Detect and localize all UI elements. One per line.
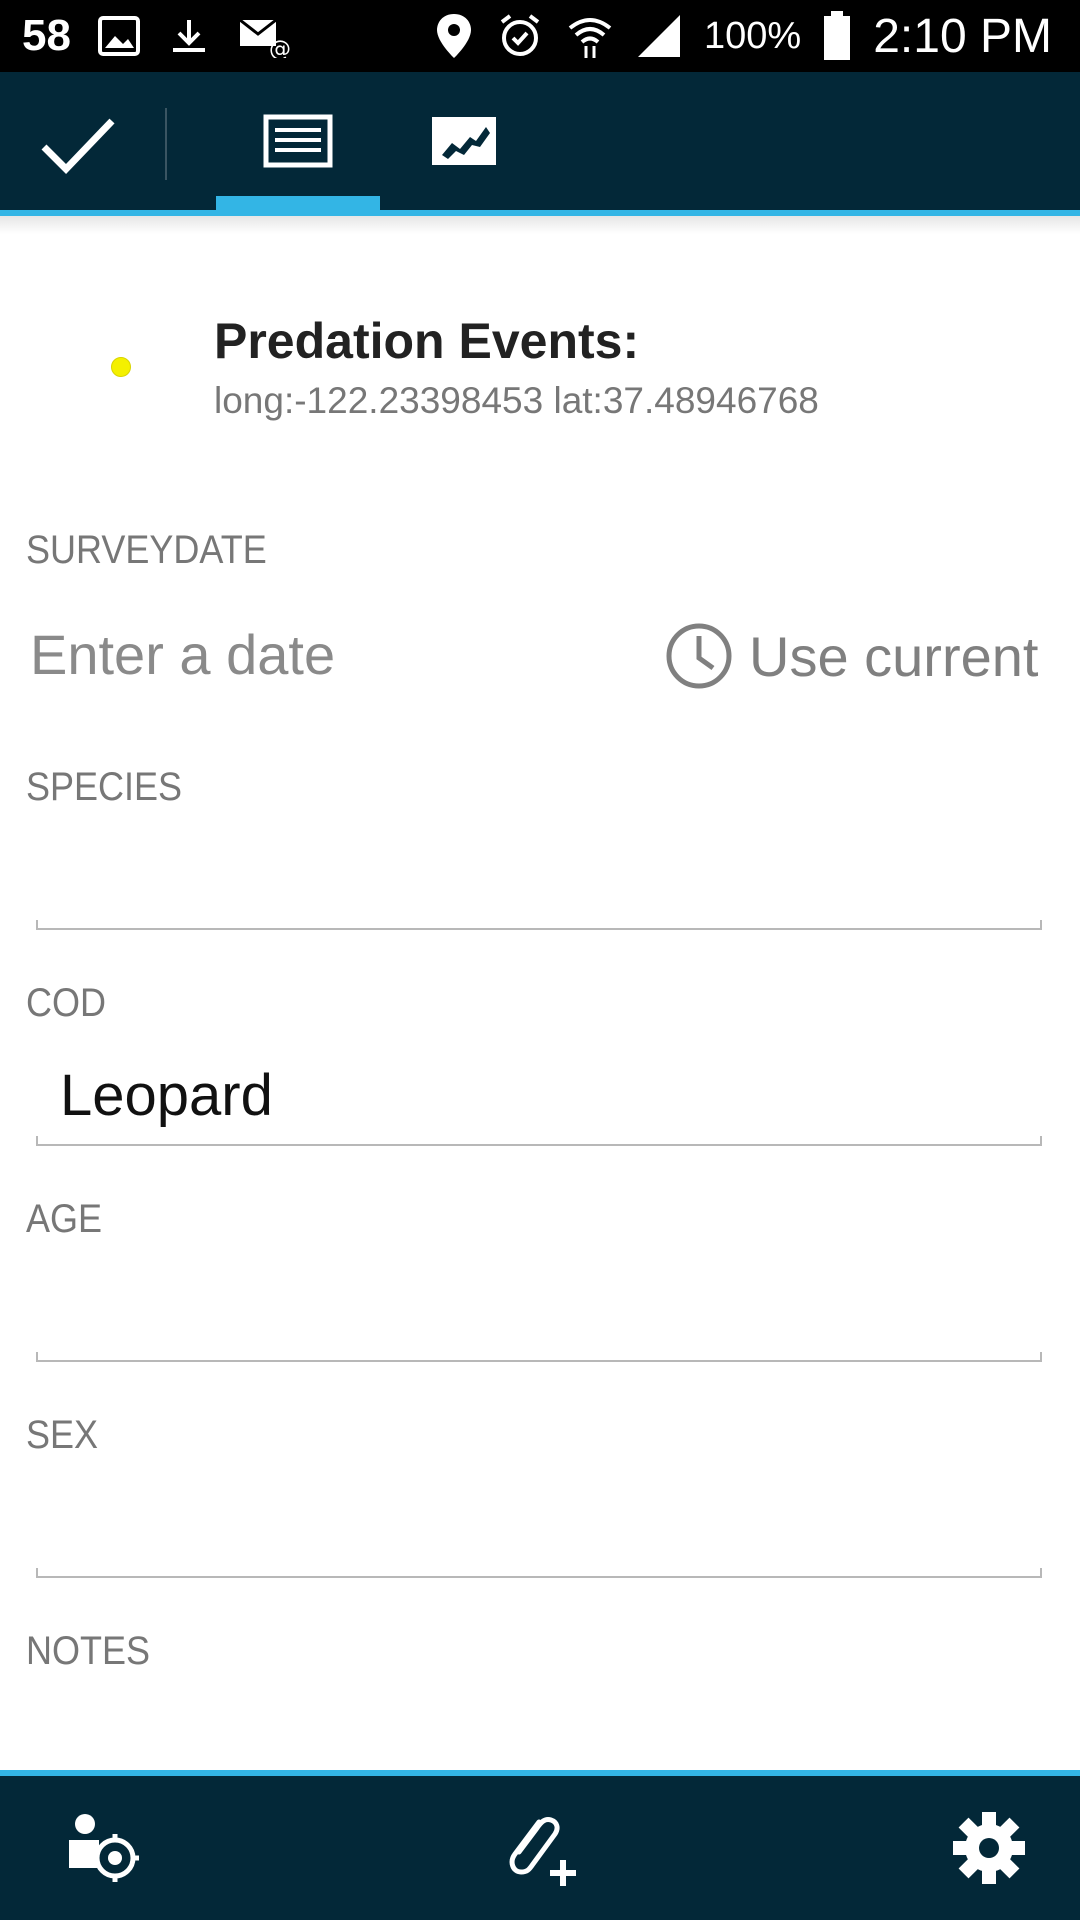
alarm-icon <box>496 12 544 60</box>
notes-label: NOTES <box>26 1629 151 1673</box>
selected-tab-indicator <box>216 196 380 210</box>
location-icon <box>434 12 474 60</box>
coordinates-text: long:-122.23398453 lat:37.48946768 <box>214 380 819 421</box>
toolbar-divider <box>165 108 167 180</box>
wifi-icon <box>566 12 614 60</box>
clock: 2:10 PM <box>873 9 1052 63</box>
settings-button[interactable] <box>934 1790 1044 1906</box>
species-field[interactable] <box>36 830 1042 930</box>
image-icon <box>97 14 141 58</box>
tab-map[interactable] <box>400 72 528 210</box>
layer-title: Predation Events: <box>214 313 640 369</box>
cod-underline <box>36 1136 1042 1146</box>
checkmark-icon <box>41 118 115 175</box>
email-icon: @ <box>237 14 293 58</box>
battery-percent: 100% <box>704 14 802 57</box>
svg-text:@: @ <box>269 37 291 58</box>
map-icon <box>432 117 496 165</box>
settings-gear-icon <box>953 1812 1025 1884</box>
form-icon <box>263 114 333 168</box>
clock-icon <box>666 623 732 689</box>
cod-field[interactable]: Leopard <box>60 1062 273 1129</box>
sex-label: SEX <box>26 1413 99 1457</box>
surveydate-input[interactable]: Enter a date <box>30 622 335 687</box>
age-label: AGE <box>26 1197 103 1241</box>
action-bar <box>0 72 1080 212</box>
point-marker-icon <box>111 357 131 377</box>
add-attachment-button[interactable] <box>486 1790 596 1906</box>
age-field[interactable] <box>36 1262 1042 1362</box>
species-underline <box>36 920 1042 930</box>
download-icon <box>167 14 211 58</box>
age-underline <box>36 1352 1042 1362</box>
tab-form[interactable] <box>216 72 380 210</box>
done-button[interactable] <box>28 100 128 190</box>
my-location-icon <box>69 1814 139 1882</box>
sex-field[interactable] <box>36 1478 1042 1578</box>
signal-icon <box>636 13 682 59</box>
use-current-label: Use current <box>749 624 1039 688</box>
use-current-button[interactable]: Use current <box>665 616 1038 696</box>
battery-icon <box>823 11 851 61</box>
my-location-button[interactable] <box>46 1790 156 1906</box>
cod-label: COD <box>26 981 107 1025</box>
toolbar-shadow <box>0 216 1080 234</box>
sex-underline <box>36 1568 1042 1578</box>
status-bar: 58 @ 100% 2:10 PM <box>0 0 1080 72</box>
surveydate-label: SURVEYDATE <box>26 528 267 572</box>
notification-count: 58 <box>22 11 71 60</box>
species-label: SPECIES <box>26 765 183 809</box>
attach-add-icon <box>509 1817 576 1886</box>
